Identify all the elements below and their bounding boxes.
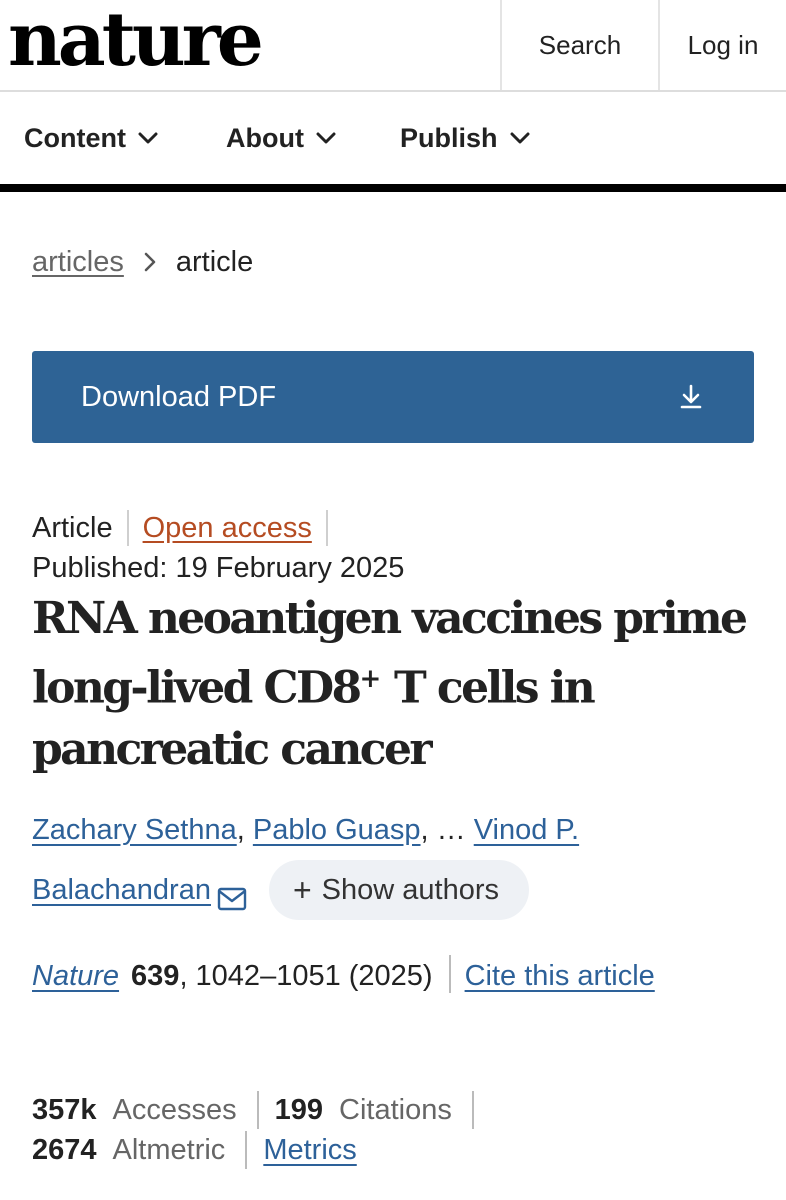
divider: [256, 1091, 259, 1129]
show-authors-label: Show authors: [321, 874, 499, 906]
breadcrumb-articles-link[interactable]: articles: [32, 246, 124, 279]
chevron-down-icon: [510, 132, 530, 144]
divider: [245, 1131, 248, 1169]
nav-about-label: About: [226, 122, 304, 153]
breadcrumb: articles article: [32, 240, 253, 284]
article-meta: Article Open access: [32, 508, 342, 548]
author-link[interactable]: Pablo Guasp: [253, 814, 421, 846]
breadcrumb-current: article: [175, 245, 254, 278]
nav-publish-label: Publish: [400, 122, 498, 153]
article-type: Article: [32, 511, 113, 544]
citation-line: Nature 639, 1042–1051 (2025) Cite this art…: [32, 948, 732, 1004]
nav-about-menu[interactable]: About: [226, 92, 336, 184]
citations-label: Citations: [339, 1094, 452, 1126]
download-pdf-label: Download PDF: [81, 380, 277, 413]
chevron-down-icon: [316, 132, 336, 144]
divider: [126, 510, 129, 546]
divider: [448, 955, 451, 994]
accesses-count: 357k: [32, 1094, 97, 1126]
journal-link[interactable]: Nature: [32, 960, 119, 992]
download-pdf-button[interactable]: Download PDF: [32, 351, 754, 443]
author-list: Zachary Sethna, Pablo Guasp, … Vinod P. …: [32, 800, 732, 932]
mail-icon[interactable]: [217, 872, 247, 932]
divider: [471, 1091, 474, 1129]
chevron-right-icon: [144, 252, 156, 272]
article-metrics: 357k Accesses 199 Citations 2674 Altmetr…: [32, 1090, 490, 1170]
login-button[interactable]: Log in: [658, 0, 786, 90]
metrics-row: 2674 Altmetric Metrics: [32, 1130, 490, 1170]
altmetric-score: 2674: [32, 1134, 97, 1166]
nature-logo[interactable]: nature: [8, 0, 264, 86]
citations-count: 199: [274, 1094, 324, 1126]
open-access-link[interactable]: Open access: [143, 512, 312, 545]
author-separator: ,: [420, 814, 429, 846]
volume: 639: [131, 960, 180, 992]
main-nav: Content About Publish: [0, 92, 786, 192]
download-icon: [680, 384, 702, 409]
author-link[interactable]: Zachary Sethna: [32, 814, 237, 846]
accesses-label: Accesses: [112, 1094, 237, 1126]
search-button[interactable]: Search: [500, 0, 658, 90]
chevron-down-icon: [138, 132, 158, 144]
published-date: Published: 19 February 2025: [32, 552, 405, 584]
metrics-row: 357k Accesses 199 Citations: [32, 1090, 490, 1130]
altmetric-label: Altmetric: [112, 1134, 226, 1166]
title-superscript: +: [359, 664, 382, 694]
nav-publish-menu[interactable]: Publish: [400, 92, 530, 184]
metrics-link[interactable]: Metrics: [263, 1130, 356, 1170]
author-ellipsis: …: [436, 814, 466, 846]
site-header: nature Search Log in: [0, 0, 786, 92]
nav-content-label: Content: [24, 122, 126, 153]
divider: [325, 510, 328, 546]
nav-content-menu[interactable]: Content: [24, 92, 158, 184]
show-authors-button[interactable]: + Show authors: [268, 860, 529, 920]
plus-icon: +: [292, 872, 312, 908]
pages-year: , 1042–1051 (2025): [179, 960, 433, 992]
author-separator: ,: [236, 814, 245, 846]
article-title: RNA neoantigen vaccines prime long-lived…: [32, 588, 762, 780]
cite-this-article-link[interactable]: Cite this article: [465, 960, 655, 992]
